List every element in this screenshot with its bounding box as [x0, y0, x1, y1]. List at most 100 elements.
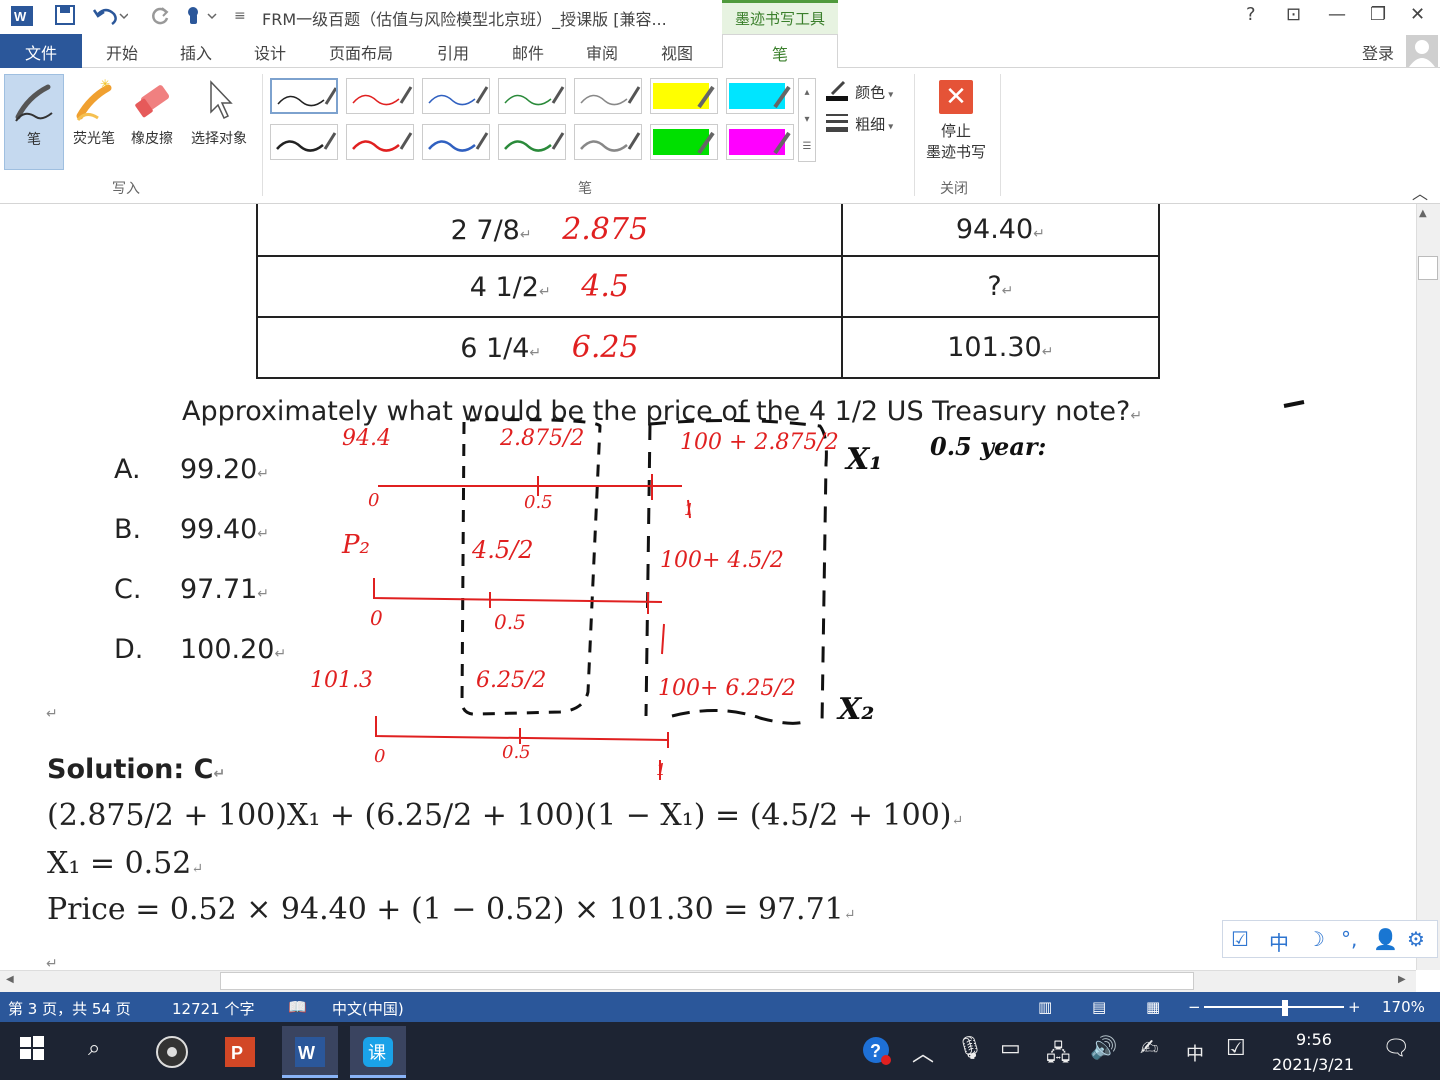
taskbar-app-word[interactable]: W: [282, 1026, 338, 1078]
tab-references[interactable]: 引用: [437, 40, 469, 64]
pen-swatch[interactable]: [422, 78, 490, 114]
word-count[interactable]: 12721 个字: [172, 998, 255, 1019]
punctuation-icon[interactable]: °,: [1341, 927, 1357, 951]
user-icon[interactable]: 👤: [1373, 927, 1398, 951]
word-app-icon[interactable]: W: [10, 4, 34, 33]
ribbon-display-options-button[interactable]: ⊡: [1286, 4, 1301, 25]
ime-chinese-mode[interactable]: 中: [1269, 927, 1289, 956]
touch-mode-icon[interactable]: [182, 4, 222, 31]
network-icon[interactable]: 🖧: [1046, 1036, 1071, 1074]
close-button[interactable]: ✕: [1410, 4, 1425, 25]
customize-qat-icon[interactable]: ≡: [234, 8, 246, 24]
avatar[interactable]: [1406, 35, 1438, 67]
pen-swatch[interactable]: [574, 124, 642, 160]
zoom-level[interactable]: 170%: [1382, 998, 1425, 1016]
ink-red-annotation: 0.5: [502, 742, 531, 763]
zoom-out-button[interactable]: −: [1188, 998, 1201, 1016]
pen-swatch[interactable]: [650, 124, 718, 160]
taskbar-app-classroom[interactable]: 课: [350, 1026, 406, 1078]
tab-review[interactable]: 审阅: [586, 40, 618, 64]
tab-insert[interactable]: 插入: [180, 40, 212, 64]
pen-thickness-button[interactable]: 粗细 ▾: [826, 112, 893, 138]
print-layout-icon[interactable]: ▤: [1092, 998, 1106, 1016]
pen-swatch[interactable]: [270, 124, 338, 160]
taskbar-app-obs[interactable]: [144, 1026, 200, 1078]
save-icon[interactable]: [54, 4, 76, 31]
select-objects-button[interactable]: 选择对象: [182, 76, 256, 148]
tab-pen[interactable]: 笔: [722, 34, 838, 69]
pen-swatch[interactable]: [574, 78, 642, 114]
ink-red-annotation: 100+ 4.5/2: [660, 548, 784, 573]
pen-swatch[interactable]: [726, 124, 794, 160]
clock-time[interactable]: 9:56: [1296, 1030, 1332, 1049]
zoom-slider[interactable]: [1204, 1006, 1344, 1008]
scroll-up-icon[interactable]: ▲: [1419, 208, 1427, 219]
document-page[interactable]: 2 7/8↵ 2.875 94.40↵ 4 1/2↵ 4.5 ?↵ 6 1/4↵ 6.2…: [0, 204, 1416, 970]
sign-in-link[interactable]: 登录: [1362, 40, 1394, 64]
pen-color-icon: [826, 80, 850, 106]
pen-swatch[interactable]: [726, 78, 794, 114]
pen-swatch[interactable]: [498, 78, 566, 114]
vertical-scroll-thumb[interactable]: [1418, 256, 1438, 280]
collapse-ribbon-icon[interactable]: ︿: [1412, 180, 1428, 204]
scroll-left-icon[interactable]: ◀: [6, 974, 14, 985]
gallery-scroll[interactable]: ▴ ▾ ☰: [798, 78, 816, 162]
pen-swatch[interactable]: [422, 124, 490, 160]
chevron-up-icon[interactable]: ︿: [912, 1036, 934, 1068]
checkbox-tray-icon[interactable]: ☑: [1226, 1036, 1246, 1061]
eraser-button[interactable]: 橡皮擦: [124, 76, 180, 148]
pen-icon: [5, 77, 63, 129]
svg-text:?: ?: [870, 1041, 881, 1061]
help-button[interactable]: ?: [1246, 4, 1256, 25]
tab-mailings[interactable]: 邮件: [512, 40, 544, 64]
horizontal-scroll-thumb[interactable]: [220, 972, 1194, 990]
pen-workspace-icon[interactable]: ✍: [1140, 1036, 1158, 1061]
tab-design[interactable]: 设计: [254, 40, 286, 64]
undo-icon[interactable]: [92, 4, 129, 31]
eraser-icon: [124, 76, 180, 128]
vertical-scrollbar[interactable]: [1416, 204, 1440, 970]
pen-swatch[interactable]: [498, 124, 566, 160]
maximize-button[interactable]: ❐: [1370, 4, 1386, 25]
battery-icon[interactable]: ▭: [1000, 1036, 1021, 1061]
ime-toggle-icon[interactable]: ☑: [1231, 927, 1249, 951]
moon-icon[interactable]: ☽: [1307, 927, 1325, 951]
highlighter-button[interactable]: ✳ 荧光笔: [66, 76, 122, 148]
ime-indicator[interactable]: 中: [1186, 1040, 1204, 1066]
search-icon[interactable]: ⌕: [88, 1036, 100, 1061]
clock-date[interactable]: 2021/3/21: [1272, 1055, 1354, 1074]
help-tray-icon[interactable]: ?: [862, 1036, 892, 1072]
windows-start-icon[interactable]: [20, 1036, 44, 1066]
zoom-slider-thumb[interactable]: [1282, 1000, 1288, 1016]
tab-file[interactable]: 文件: [0, 34, 82, 68]
page-count[interactable]: 第 3 页，共 54 页: [8, 998, 131, 1019]
language[interactable]: 中文(中国): [332, 998, 404, 1019]
microphone-icon[interactable]: 🎙: [956, 1036, 984, 1061]
web-layout-icon[interactable]: ▦: [1146, 998, 1160, 1016]
pen-swatch[interactable]: [346, 124, 414, 160]
scroll-right-icon[interactable]: ▶: [1398, 974, 1406, 985]
volume-icon[interactable]: 🔊: [1090, 1036, 1117, 1061]
pen-styles-gallery: [270, 78, 798, 162]
thickness-icon: [826, 112, 850, 138]
gear-icon[interactable]: ⚙: [1407, 927, 1425, 951]
tab-view[interactable]: 视图: [661, 40, 693, 64]
pen-button[interactable]: 笔: [4, 74, 64, 170]
tab-home[interactable]: 开始: [106, 40, 138, 64]
pen-swatch[interactable]: [650, 78, 718, 114]
minimize-button[interactable]: —: [1328, 4, 1346, 25]
stop-inking-button[interactable]: ✕ 停止 墨迹书写: [920, 80, 992, 162]
pen-color-button[interactable]: 颜色 ▾: [826, 80, 893, 106]
zoom-in-button[interactable]: +: [1348, 998, 1361, 1016]
ink-red-annotation: P₂: [342, 530, 370, 560]
title-bar: W ≡ FRM一级百题（估值与风险模型北京班）_授课版 [兼容... 墨迹书写工…: [0, 0, 1440, 34]
tab-page-layout[interactable]: 页面布局: [329, 40, 393, 64]
read-mode-icon[interactable]: ▥: [1038, 998, 1052, 1016]
pen-swatch[interactable]: [270, 78, 338, 114]
redo-icon[interactable]: [150, 4, 172, 31]
notifications-icon[interactable]: 🗨: [1382, 1036, 1410, 1061]
pen-swatch[interactable]: [346, 78, 414, 114]
taskbar-app-powerpoint[interactable]: P: [212, 1026, 268, 1078]
ink-red-annotation: 0: [368, 490, 380, 511]
proofing-icon[interactable]: 📖: [288, 998, 307, 1016]
